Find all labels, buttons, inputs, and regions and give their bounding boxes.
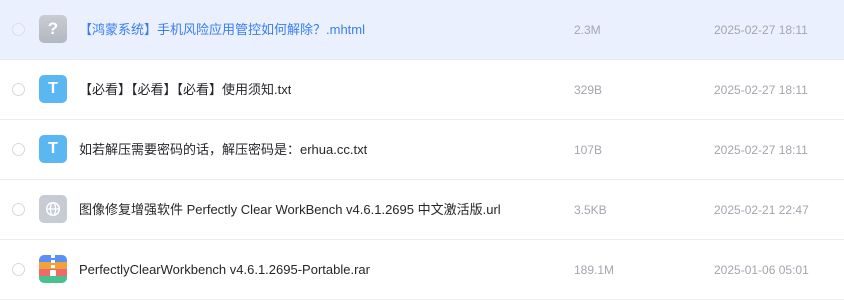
file-name[interactable]: 【必看】【必看】【必看】使用须知.txt xyxy=(79,81,291,99)
file-date: 2025-02-21 22:47 xyxy=(714,203,809,217)
file-date: 2025-02-27 18:11 xyxy=(714,143,808,157)
file-size: 189.1M xyxy=(574,263,615,277)
file-size: 3.5KB xyxy=(574,203,607,217)
file-date: 2025-02-27 18:11 xyxy=(714,23,808,37)
row-checkbox[interactable] xyxy=(12,263,25,276)
text-file-icon: T xyxy=(39,75,67,103)
text-file-icon: T xyxy=(39,135,67,163)
row-checkbox[interactable] xyxy=(12,23,25,36)
file-size: 329B xyxy=(574,83,603,97)
file-row[interactable]: ? 【鸿蒙系统】手机风险应用管控如何解除？.mhtml 2.3M 2025-02… xyxy=(0,0,844,60)
file-name[interactable]: PerfectlyClearWorkbench v4.6.1.2695-Port… xyxy=(79,261,370,279)
globe-icon xyxy=(45,201,61,217)
file-size: 2.3M xyxy=(574,23,601,37)
file-date: 2025-02-27 18:11 xyxy=(714,83,808,97)
file-row[interactable]: 图像修复增强软件 Perfectly Clear WorkBench v4.6.… xyxy=(0,180,844,240)
file-row[interactable]: T 【必看】【必看】【必看】使用须知.txt 329B 2025-02-27 1… xyxy=(0,60,844,120)
archive-file-icon xyxy=(39,255,67,283)
file-list: ? 【鸿蒙系统】手机风险应用管控如何解除？.mhtml 2.3M 2025-02… xyxy=(0,0,844,300)
row-checkbox[interactable] xyxy=(12,143,25,156)
row-checkbox[interactable] xyxy=(12,203,25,216)
web-link-icon xyxy=(39,195,67,223)
file-row[interactable]: PerfectlyClearWorkbench v4.6.1.2695-Port… xyxy=(0,240,844,300)
zipper-icon xyxy=(50,255,56,276)
file-name[interactable]: 图像修复增强软件 Perfectly Clear WorkBench v4.6.… xyxy=(79,201,501,219)
file-name[interactable]: 如若解压需要密码的话，解压密码是：erhua.cc.txt xyxy=(79,141,367,159)
unknown-file-icon: ? xyxy=(39,15,67,43)
row-checkbox[interactable] xyxy=(12,83,25,96)
file-size: 107B xyxy=(574,143,603,157)
file-date: 2025-01-06 05:01 xyxy=(714,263,809,277)
file-row[interactable]: T 如若解压需要密码的话，解压密码是：erhua.cc.txt 107B 202… xyxy=(0,120,844,180)
file-name[interactable]: 【鸿蒙系统】手机风险应用管控如何解除？.mhtml xyxy=(79,21,365,39)
